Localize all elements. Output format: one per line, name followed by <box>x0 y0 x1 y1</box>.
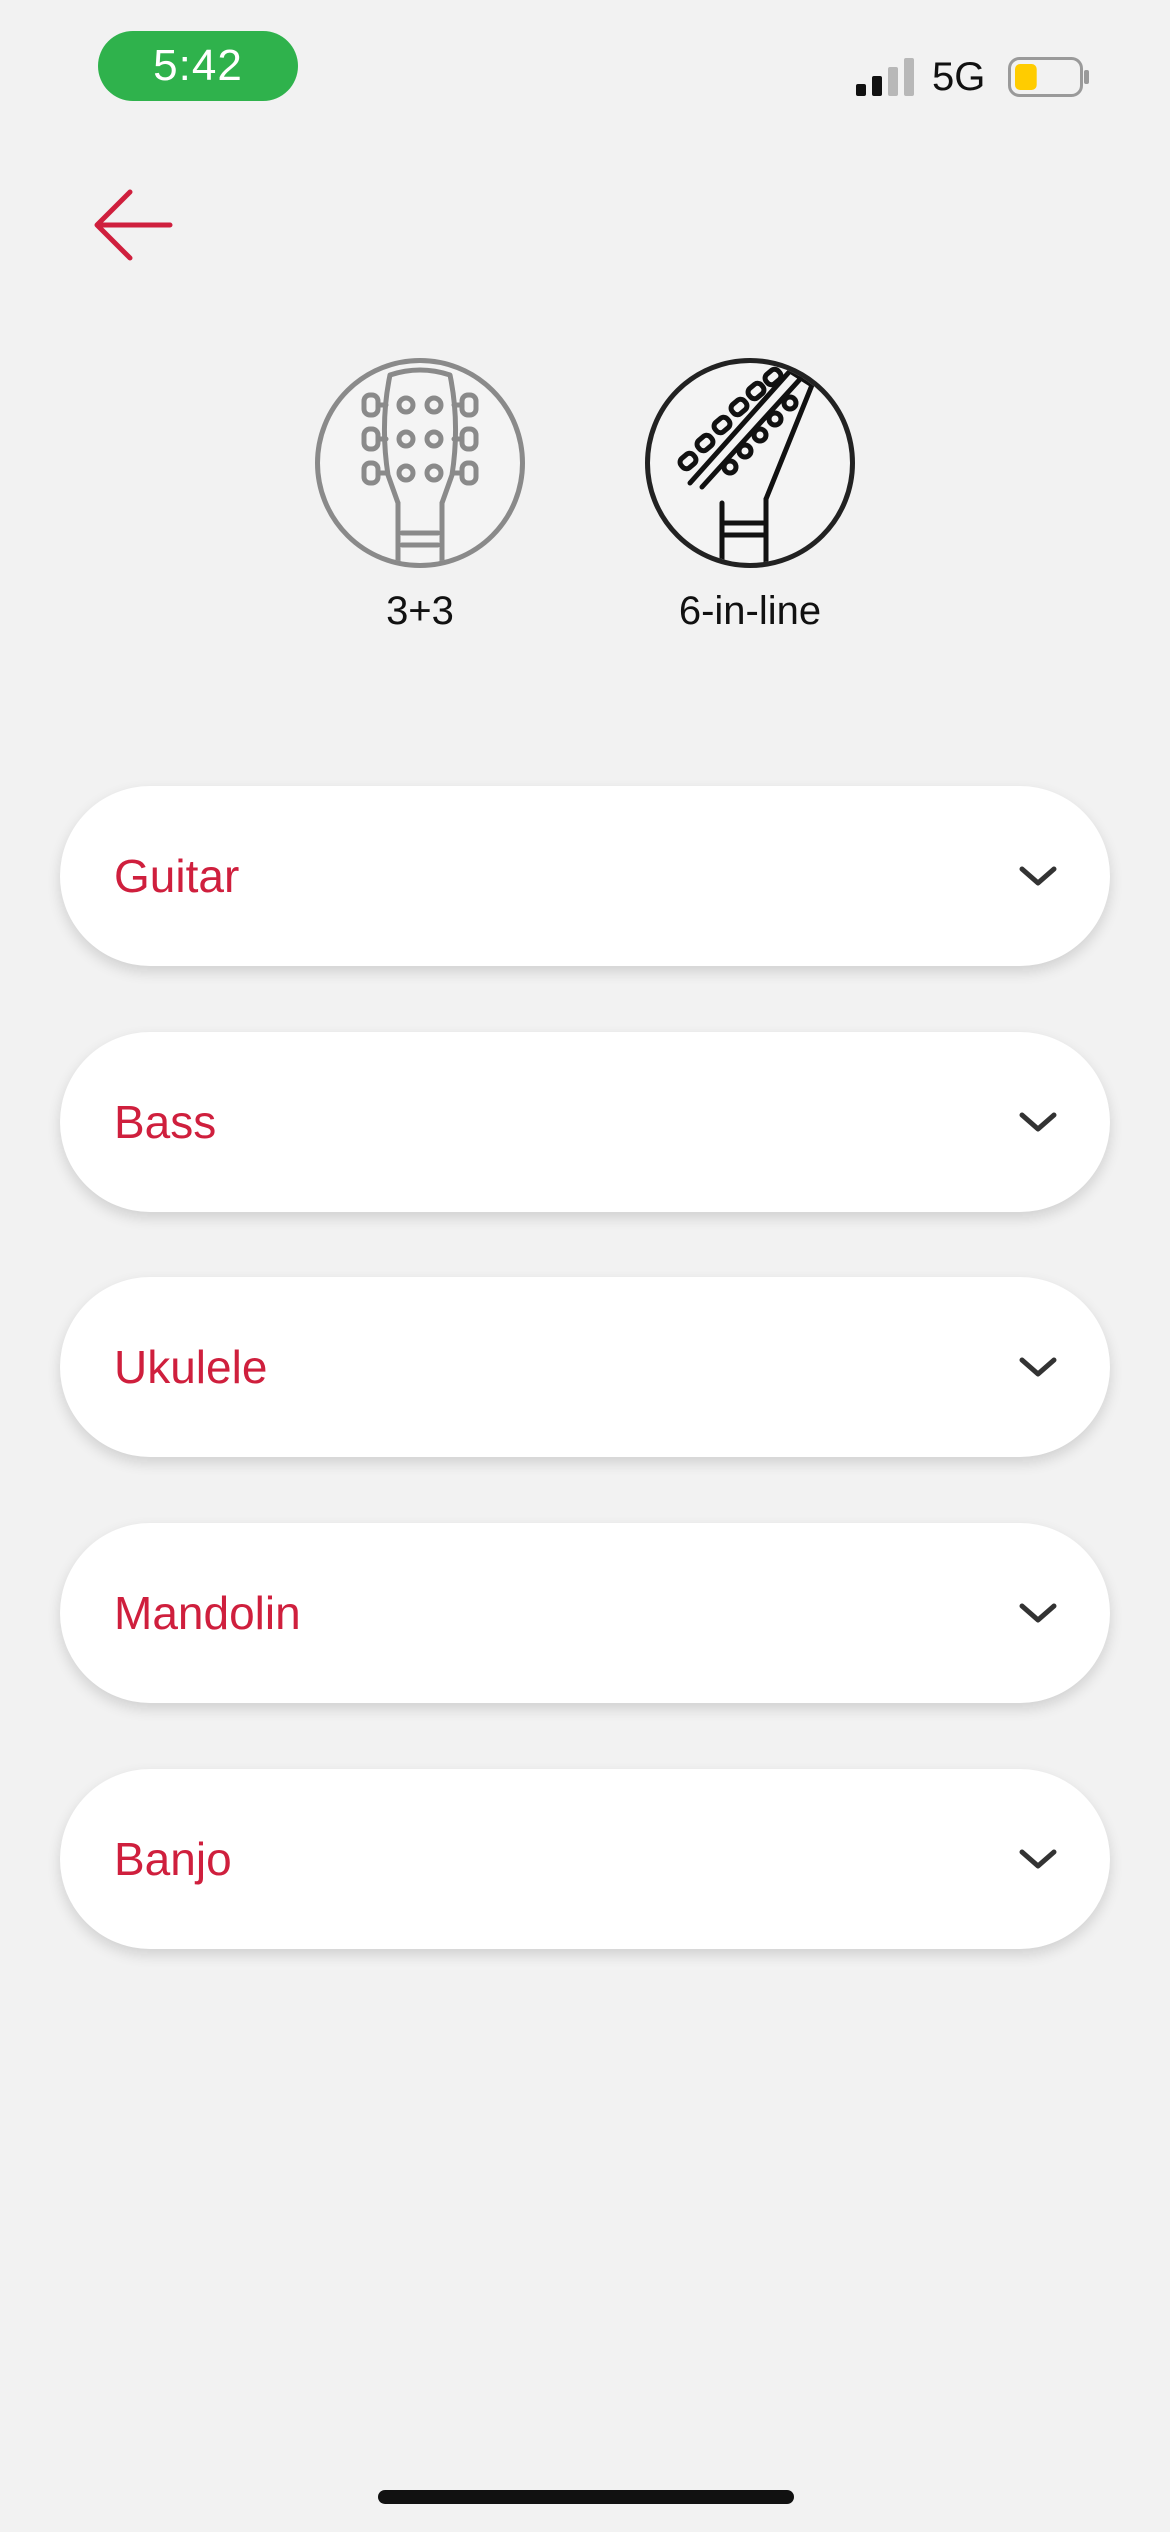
battery-icon <box>1008 57 1089 97</box>
chevron-down-icon <box>1019 866 1057 886</box>
cellular-signal-icon <box>856 58 914 96</box>
arrow-left-icon <box>94 189 173 261</box>
headstock-6-in-line-icon <box>677 366 815 563</box>
network-type: 5G <box>932 55 986 99</box>
headstock-option-6-in-line-circle[interactable] <box>645 358 855 568</box>
chevron-down-icon <box>1019 1603 1057 1623</box>
headstock-option-3-plus-3[interactable]: 3+3 <box>310 358 530 636</box>
headstock-option-label: 3+3 <box>386 589 454 633</box>
accordion-label: Ukulele <box>114 1341 268 1393</box>
accordion-label: Guitar <box>114 850 240 902</box>
chevron-down-icon <box>1019 1112 1057 1132</box>
battery-level-fill <box>1015 64 1037 90</box>
accordion-label: Mandolin <box>114 1587 301 1639</box>
headstock-option-6-in-line[interactable]: 6-in-line <box>640 358 860 636</box>
accordion-guitar[interactable]: Guitar <box>60 786 1110 966</box>
headstock-option-3-plus-3-circle[interactable] <box>315 358 525 568</box>
status-time: 5:42 <box>98 31 298 101</box>
accordion-bass[interactable]: Bass <box>60 1032 1110 1212</box>
chevron-down-icon <box>1019 1357 1057 1377</box>
accordion-mandolin[interactable]: Mandolin <box>60 1523 1110 1703</box>
back-button[interactable] <box>90 180 180 270</box>
accordion-label: Bass <box>114 1096 217 1148</box>
headstock-3-plus-3-icon <box>361 367 479 563</box>
headstock-option-label: 6-in-line <box>678 589 822 633</box>
chevron-down-icon <box>1019 1849 1057 1869</box>
accordion-label: Banjo <box>114 1833 232 1885</box>
home-indicator[interactable] <box>378 2490 794 2504</box>
accordion-banjo[interactable]: Banjo <box>60 1769 1110 1949</box>
accordion-ukulele[interactable]: Ukulele <box>60 1277 1110 1457</box>
